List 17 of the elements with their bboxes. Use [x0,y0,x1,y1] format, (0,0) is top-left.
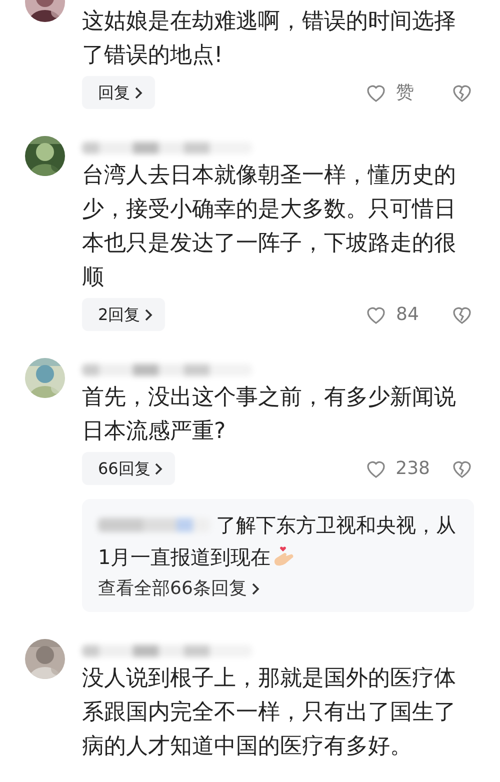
replies-button[interactable]: 66回复 [82,452,176,485]
like-count: 赞 [396,81,415,105]
reply-text: 了解下东方卫视和央视，从 [216,512,456,539]
like-count: 238 [396,457,430,481]
comment-text: 这姑娘是在劫难逃啊，错误的时间选择了错误的地点! [82,8,457,70]
comment-text: 首先，没出这个事之前，有多少新闻说日本流感严重? [82,384,457,446]
chevron-icon [144,308,154,322]
replies-button[interactable]: 2回复 [82,298,166,331]
replies-button[interactable]: 回复 [82,76,155,109]
comment-text: 台湾人去日本就像朝圣一样，懂历史的少，接受小确幸的是大多数。只可惜日本也只是发达了一阵子，下坡路走的很顺 [82,162,457,292]
chevron-icon [154,462,164,476]
chevron-icon [134,86,143,100]
view-all-replies-link[interactable]: 查看全部66条回复 [98,575,260,602]
chevron-icon [250,582,260,596]
like-count: 84 [396,303,420,327]
comment-text: 没人说到根子上，那就是国外的医疗体系跟国内完全不一样，只有出了国生了病的人才知道中国的医疗有多好。 [82,665,457,761]
reply-text: 1月一直报道到现在 [98,544,271,571]
